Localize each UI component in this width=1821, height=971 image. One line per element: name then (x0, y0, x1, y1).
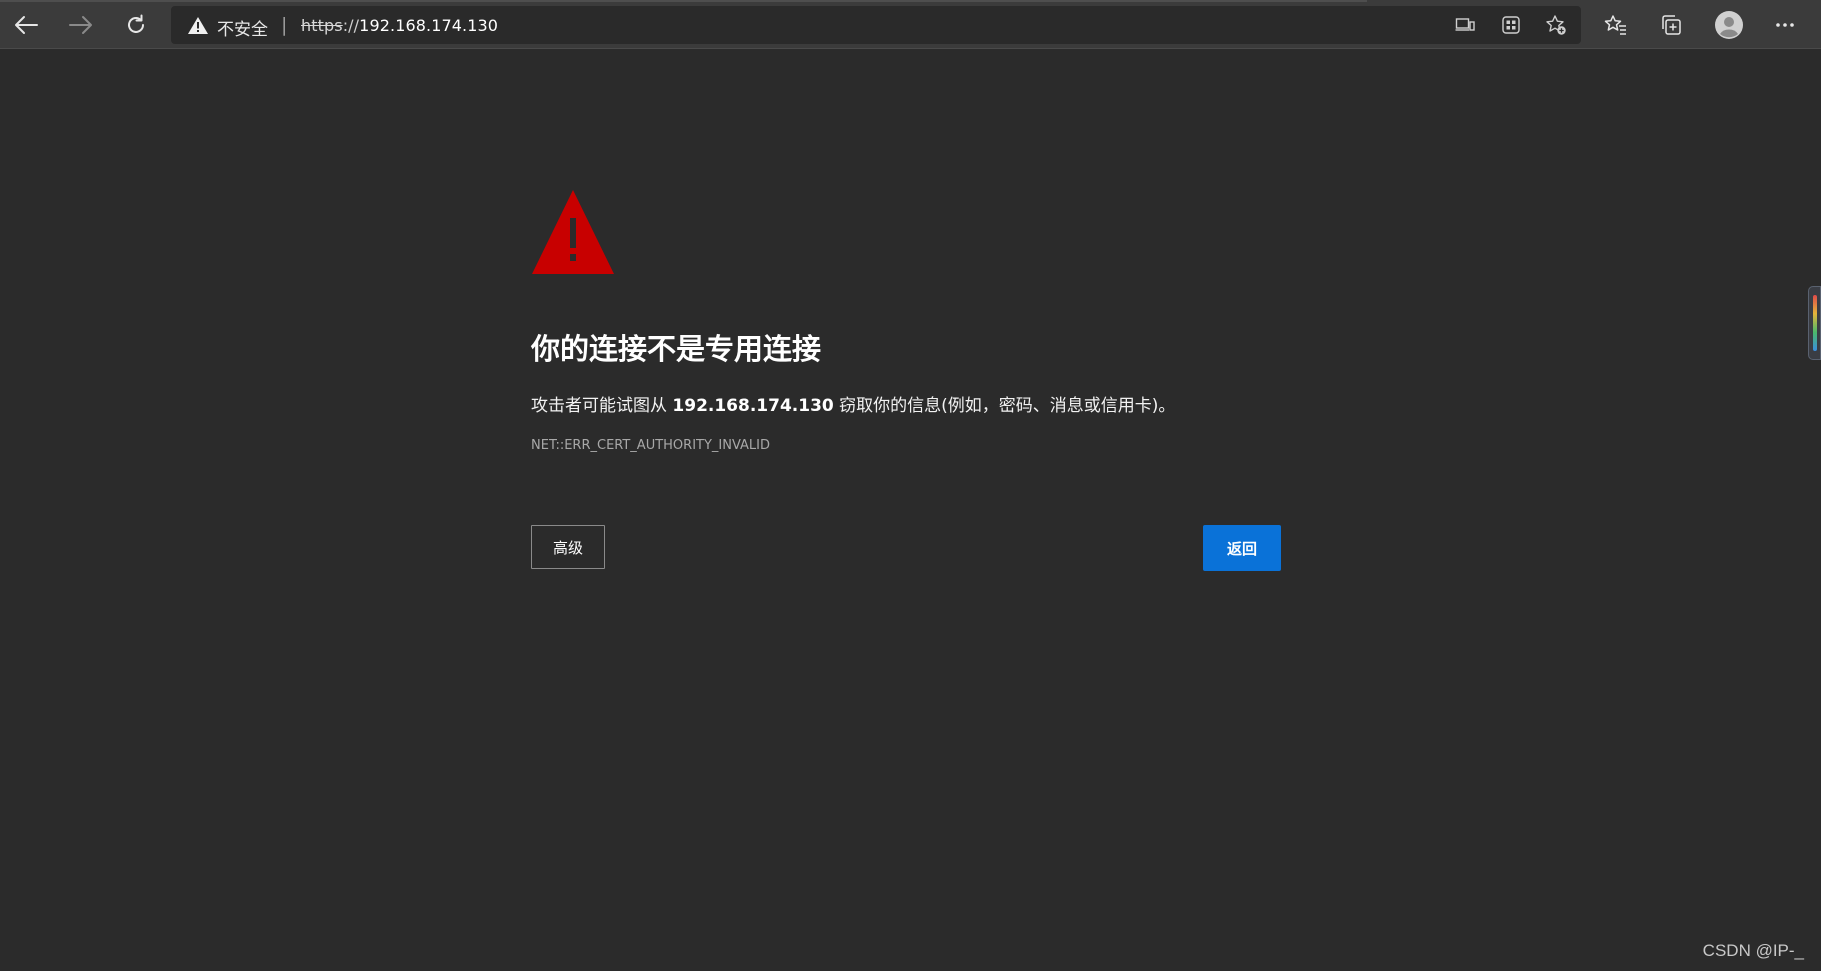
url-scheme: https (301, 16, 343, 35)
address-bar[interactable]: 不安全 | https://192.168.174.130 (171, 6, 1581, 44)
url-host: 192.168.174.130 (359, 16, 499, 35)
advanced-button[interactable]: 高级 (531, 525, 605, 569)
url-text[interactable]: https://192.168.174.130 (301, 16, 498, 35)
more-options-button[interactable] (1769, 9, 1801, 41)
error-code: NET::ERR_CERT_AUTHORITY_INVALID (531, 438, 771, 453)
browser-toolbar: 不安全 | https://192.168.174.130 (0, 0, 1821, 49)
description-host: 192.168.174.130 (672, 396, 834, 416)
address-separator: | (281, 14, 288, 36)
back-button[interactable] (10, 9, 42, 41)
security-status-label[interactable]: 不安全 (217, 15, 268, 40)
favorites-button[interactable] (1600, 9, 1632, 41)
refresh-button[interactable] (120, 9, 152, 41)
warning-triangle-icon (531, 188, 615, 280)
collections-icon (1660, 14, 1682, 36)
go-back-button[interactable]: 返回 (1203, 525, 1281, 571)
watermark: CSDN @IP-_ (1702, 941, 1804, 960)
not-secure-warning-icon[interactable] (187, 16, 209, 39)
cast-device-icon[interactable] (1454, 14, 1476, 36)
url-delimiter: :// (342, 16, 360, 35)
apps-grid-icon[interactable] (1500, 14, 1522, 36)
sidebar-handle[interactable] (1808, 286, 1821, 360)
loading-indicator (0, 0, 1367, 2)
favorites-icon (1604, 14, 1628, 36)
page-title: 你的连接不是专用连接 (531, 332, 822, 366)
error-description: 攻击者可能试图从 192.168.174.130 窃取你的信息(例如，密码、消息… (531, 391, 1175, 416)
refresh-icon (124, 13, 148, 37)
forward-arrow-icon (68, 15, 94, 35)
description-prefix: 攻击者可能试图从 (531, 396, 673, 416)
description-suffix: 窃取你的信息(例如，密码、消息或信用卡)。 (833, 396, 1176, 416)
add-favorite-icon[interactable] (1545, 14, 1567, 36)
sidebar-handle-indicator (1813, 295, 1817, 351)
more-options-icon (1775, 22, 1795, 28)
profile-button[interactable] (1713, 9, 1745, 41)
collections-button[interactable] (1655, 9, 1687, 41)
forward-button[interactable] (65, 9, 97, 41)
profile-avatar-icon (1715, 11, 1743, 39)
back-arrow-icon (13, 15, 39, 35)
